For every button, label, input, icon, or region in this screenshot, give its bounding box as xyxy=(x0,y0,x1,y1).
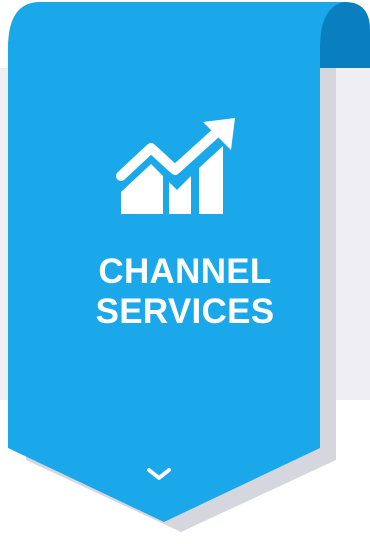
chevron-down-icon[interactable] xyxy=(143,462,175,486)
ribbon-banner xyxy=(8,2,370,532)
banner-body xyxy=(8,2,345,522)
channel-services-card[interactable]: CHANNEL SERVICES xyxy=(0,0,370,544)
